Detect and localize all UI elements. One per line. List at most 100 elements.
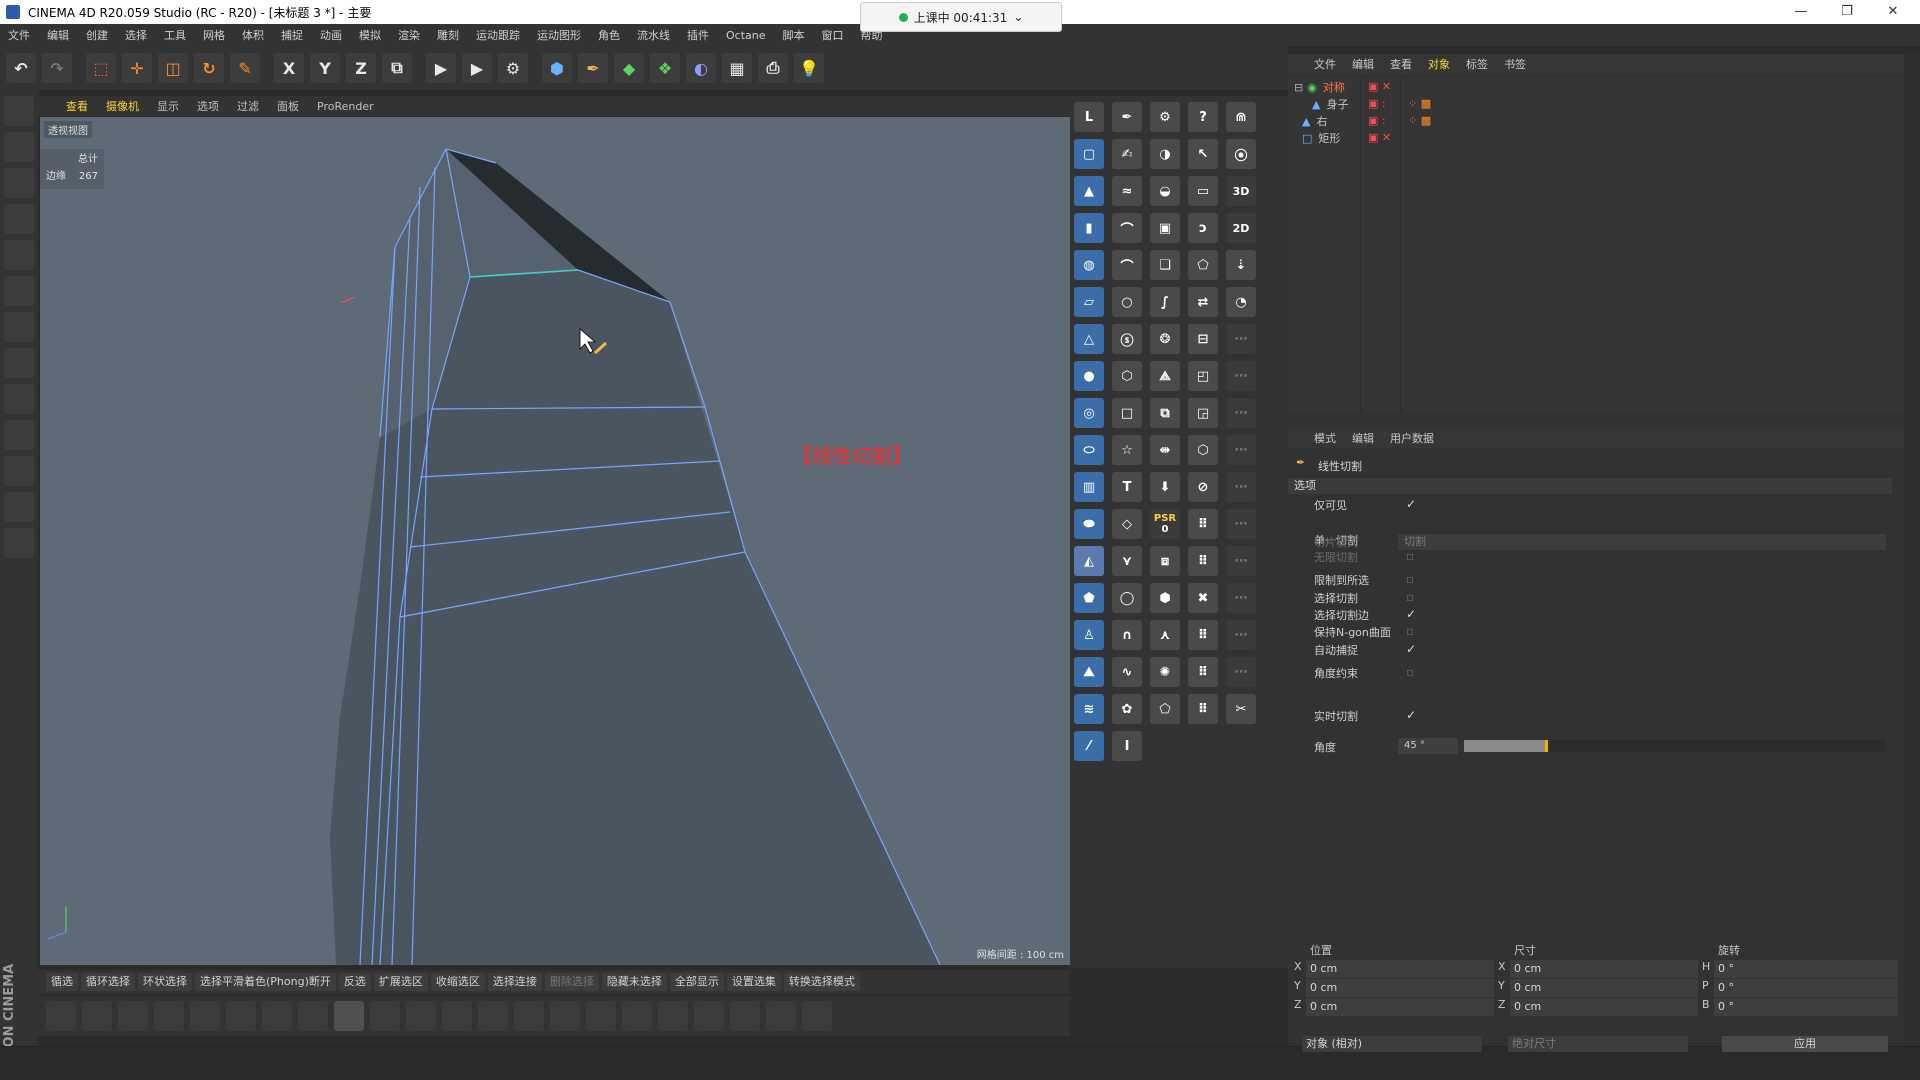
- timer-icon[interactable]: ◔: [1226, 287, 1256, 317]
- auto-snap-icon[interactable]: ⦿: [1226, 139, 1256, 169]
- tag-phong-icon[interactable]: ⁘ ▩: [1408, 114, 1431, 127]
- rotation-field[interactable]: 0 °: [1714, 960, 1898, 978]
- checkbox-unchecked[interactable]: ▫: [1406, 572, 1418, 586]
- spline-cissoid-icon[interactable]: ⋎: [1112, 546, 1142, 576]
- size-field[interactable]: 0 cm: [1510, 979, 1698, 997]
- object-manager-menu-item[interactable]: 书签: [1504, 56, 1526, 72]
- mirror-tool-icon[interactable]: [658, 1001, 688, 1031]
- object-name[interactable]: 对称: [1323, 79, 1345, 95]
- object-name[interactable]: 矩形: [1318, 130, 1340, 146]
- weld-tool-icon[interactable]: [550, 1001, 580, 1031]
- axis-mode-icon[interactable]: [4, 348, 34, 378]
- disc-primitive-icon[interactable]: ◍: [1074, 250, 1104, 280]
- selection-command-button[interactable]: 循选: [46, 973, 78, 991]
- object-manager-menu-item[interactable]: 标签: [1466, 56, 1488, 72]
- object-name[interactable]: 右: [1316, 113, 1327, 129]
- landscape-primitive-icon[interactable]: ⛰: [1074, 657, 1104, 687]
- snap-disabled-icon-3[interactable]: ⋯: [1226, 398, 1256, 428]
- menu-item[interactable]: 工具: [164, 27, 186, 43]
- cross-icon[interactable]: ✖: [1188, 583, 1218, 613]
- viewport-menu-item[interactable]: ProRender: [317, 100, 374, 113]
- bevel-tool-icon[interactable]: [370, 1001, 400, 1031]
- extrude-tool-icon[interactable]: [226, 1001, 256, 1031]
- solo-mode-icon[interactable]: [4, 420, 34, 450]
- snap-disabled-icon-9[interactable]: ⋯: [1226, 620, 1256, 650]
- menu-item[interactable]: 雕刻: [437, 27, 459, 43]
- help-icon[interactable]: ?: [1188, 102, 1218, 132]
- frame-icon-2[interactable]: ◲: [1188, 398, 1218, 428]
- close-button[interactable]: ✕: [1870, 0, 1916, 24]
- point-grid-icon[interactable]: ⠿: [1188, 509, 1218, 539]
- visibility-toggle-icon[interactable]: ▣ ✕: [1368, 131, 1391, 144]
- position-field[interactable]: 0 cm: [1306, 998, 1494, 1016]
- size-field[interactable]: 0 cm: [1510, 960, 1698, 978]
- spline-arc-icon[interactable]: ⌒: [1112, 213, 1142, 243]
- menu-item[interactable]: 窗口: [822, 27, 844, 43]
- restore-button[interactable]: ❐: [1824, 0, 1870, 24]
- slide-tool-icon[interactable]: [514, 1001, 544, 1031]
- spline-gear-icon[interactable]: ∩: [1112, 620, 1142, 650]
- menu-item[interactable]: 体积: [242, 27, 264, 43]
- checkbox-unchecked[interactable]: ▫: [1406, 590, 1418, 604]
- polygon-select-icon[interactable]: ⬠: [1188, 250, 1218, 280]
- plane-primitive-icon[interactable]: ▱: [1074, 287, 1104, 317]
- move-tool-icon[interactable]: ✛: [122, 53, 152, 83]
- selection-command-button[interactable]: 转换选择模式: [783, 973, 860, 991]
- volume-builder-icon[interactable]: ⬠: [1150, 694, 1180, 724]
- cylinder-primitive-icon[interactable]: ▮: [1074, 213, 1104, 243]
- snap-disabled-icon-4[interactable]: ⋯: [1226, 435, 1256, 465]
- spline-star-icon[interactable]: ☆: [1112, 435, 1142, 465]
- boole-icon[interactable]: ⧉: [1150, 398, 1180, 428]
- split-tool-icon[interactable]: [730, 1001, 760, 1031]
- menu-item[interactable]: 选择: [125, 27, 147, 43]
- polygons-mode-icon[interactable]: [4, 312, 34, 342]
- viewport-menu-item[interactable]: 过滤: [237, 98, 259, 114]
- visibility-toggle-icon[interactable]: ▣ :: [1368, 97, 1386, 110]
- perspective-viewport[interactable]: 透视视图 总计 边缘 267 【线性切割】 网格间距 : 100 cm: [40, 117, 1070, 965]
- brush-tool-icon[interactable]: [82, 1001, 112, 1031]
- magnet-tool-icon[interactable]: [190, 1001, 220, 1031]
- subdivision-surface-icon[interactable]: ⚙: [1150, 102, 1180, 132]
- position-field[interactable]: 0 cm: [1306, 979, 1494, 997]
- align-icon[interactable]: ⊟: [1188, 324, 1218, 354]
- chevron-down-icon[interactable]: ⌄: [1013, 10, 1023, 24]
- close-hole-tool-icon[interactable]: [406, 1001, 436, 1031]
- polygon-primitive-icon[interactable]: ◭: [1074, 546, 1104, 576]
- visibility-toggle-icon[interactable]: ▣ :: [1368, 114, 1386, 127]
- snap-disabled-icon-8[interactable]: ⋯: [1226, 583, 1256, 613]
- z-axis-lock-button[interactable]: Z: [346, 53, 376, 83]
- oil-tank-primitive-icon[interactable]: ▥: [1074, 472, 1104, 502]
- menu-item[interactable]: 文件: [8, 27, 30, 43]
- spline-cycloid-icon[interactable]: ◯: [1112, 583, 1142, 613]
- edges-mode-icon[interactable]: [4, 276, 34, 306]
- checkbox-unchecked[interactable]: ▫: [1406, 624, 1418, 638]
- rectangle-select-icon[interactable]: ▭: [1188, 176, 1218, 206]
- menu-item[interactable]: 创建: [86, 27, 108, 43]
- menu-item[interactable]: 运动跟踪: [476, 27, 520, 43]
- array-icon[interactable]: ❂: [1150, 324, 1180, 354]
- visibility-toggle-icon[interactable]: ▣ ✕: [1368, 80, 1391, 93]
- cube-primitive-icon[interactable]: ▢: [1074, 139, 1104, 169]
- menu-item[interactable]: 编辑: [47, 27, 69, 43]
- menu-item[interactable]: Octane: [726, 29, 766, 42]
- lasso-select-icon[interactable]: ↄ: [1188, 213, 1218, 243]
- y-axis-lock-button[interactable]: Y: [310, 53, 340, 83]
- snap-disabled-icon[interactable]: ⋯: [1226, 324, 1256, 354]
- select-tool-icon[interactable]: ⬚: [86, 53, 116, 83]
- knife-tool-icon[interactable]: [154, 1001, 184, 1031]
- texture-mode-icon[interactable]: [4, 168, 34, 198]
- snap-disabled-icon-10[interactable]: ⋯: [1226, 657, 1256, 687]
- make-editable-icon[interactable]: [4, 96, 34, 126]
- menu-item[interactable]: 运动图形: [537, 27, 581, 43]
- spline-rectangle-icon[interactable]: □: [1112, 398, 1142, 428]
- pyramid-primitive-icon[interactable]: △: [1074, 324, 1104, 354]
- line-tool-icon[interactable]: [46, 1001, 76, 1031]
- checkbox-checked[interactable]: ✓: [1406, 607, 1418, 621]
- lod-icon[interactable]: ✺: [1150, 657, 1180, 687]
- platonic-primitive-icon[interactable]: ⬟: [1074, 583, 1104, 613]
- object-row-right[interactable]: ▲ 右: [1302, 112, 1327, 130]
- move-along-icon[interactable]: ⇄: [1188, 287, 1218, 317]
- minimize-button[interactable]: —: [1778, 0, 1824, 24]
- cloner-icon[interactable]: ❖: [650, 53, 680, 83]
- rotation-field[interactable]: 0 °: [1714, 998, 1898, 1016]
